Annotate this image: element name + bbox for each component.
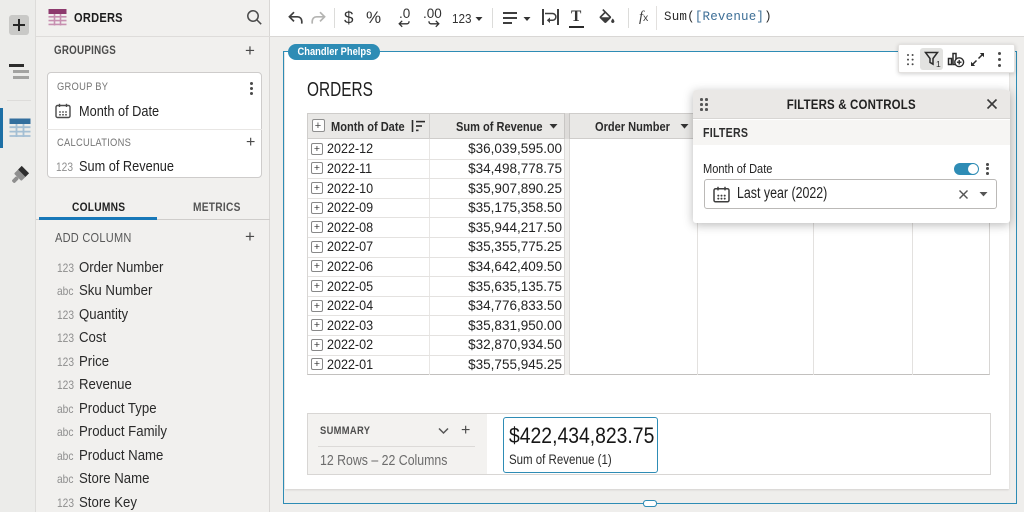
svg-text:1: 1 [936, 59, 941, 68]
